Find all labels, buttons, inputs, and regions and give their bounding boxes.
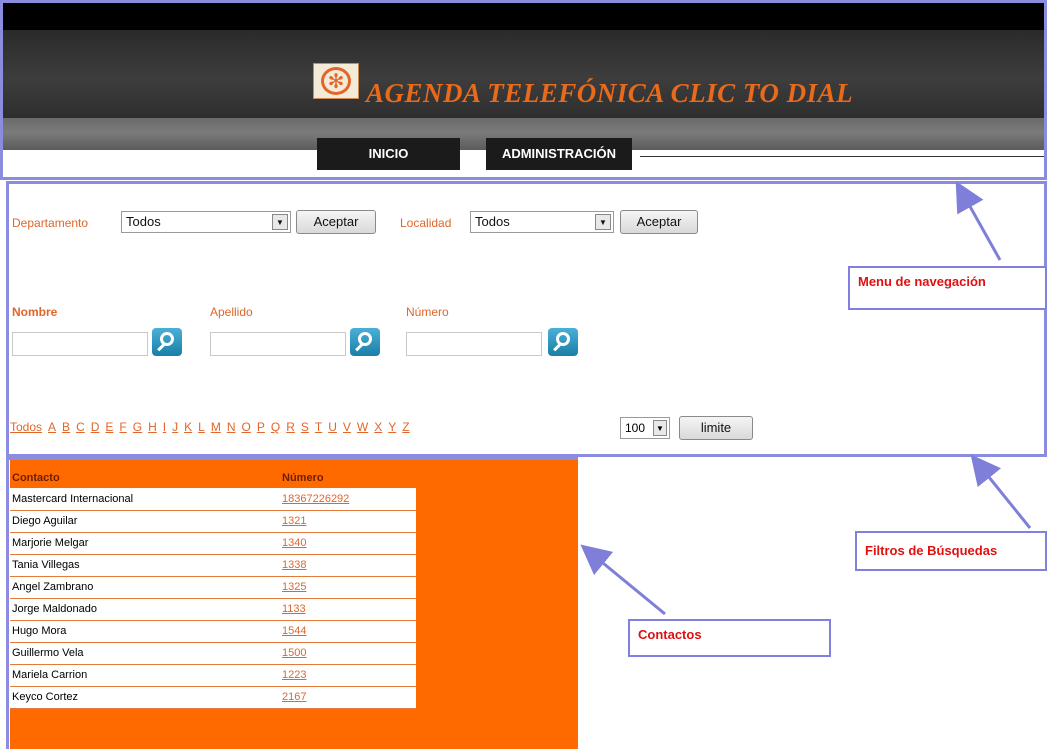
annotation-arrows [580,180,1032,616]
contacts-arrow [580,544,666,616]
menu-arrow [955,180,1002,261]
filters-arrow [970,454,1032,529]
screenshot-stage: ✻ AGENDA TELEFÓNICA CLIC TO DIAL INICIO … [0,0,1047,749]
